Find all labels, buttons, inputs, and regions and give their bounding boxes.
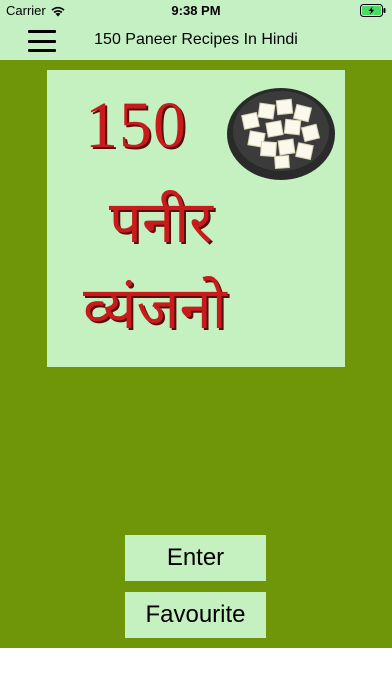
- page-title: 150 Paneer Recipes In Hindi: [94, 31, 298, 48]
- battery-charging-icon: [360, 4, 386, 17]
- cover-image: 150 पनीर व्यंजनो: [47, 70, 345, 367]
- favourite-button[interactable]: Favourite: [125, 592, 266, 638]
- home-indicator-area: [0, 648, 392, 696]
- cover-title-line2: व्यंजनो: [83, 274, 227, 342]
- status-time: 9:38 PM: [171, 3, 221, 18]
- enter-button[interactable]: Enter: [125, 535, 266, 581]
- cover-number: 150: [85, 89, 187, 162]
- paneer-bowl-icon: [227, 88, 335, 180]
- cover-title-line1: पनीर: [109, 188, 213, 256]
- main-content: 150 पनीर व्यंजनो Enter Favourite: [0, 60, 392, 648]
- status-bar: Carrier 9:38 PM: [0, 0, 392, 22]
- app-screen: Carrier 9:38 PM 150 Paneer Recipes In Hi…: [0, 0, 392, 696]
- nav-bar: 150 Paneer Recipes In Hindi: [0, 22, 392, 60]
- menu-line: [28, 49, 56, 52]
